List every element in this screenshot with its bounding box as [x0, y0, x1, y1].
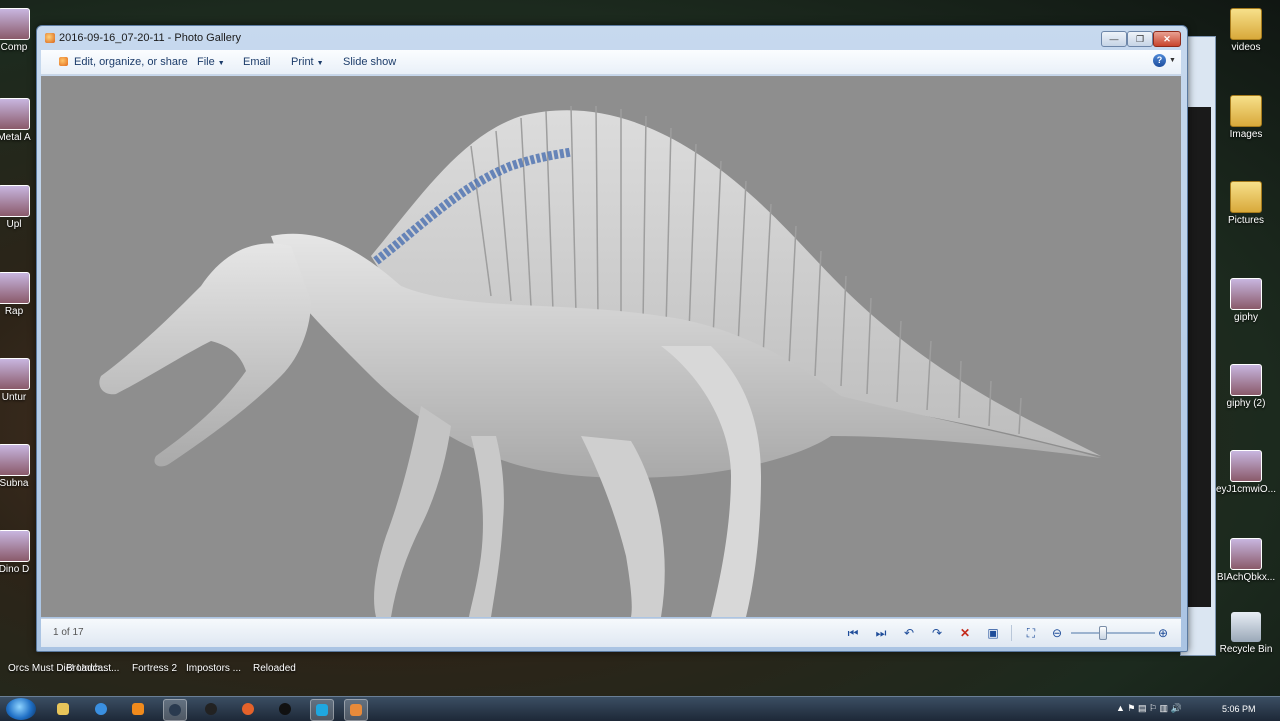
image-icon [1230, 538, 1262, 570]
desktop-icon-giphy-2[interactable]: giphy (2) [1216, 364, 1276, 409]
desktop-icon-upl[interactable]: Upl [0, 185, 38, 230]
desktop-icon-subna[interactable]: Subna [0, 444, 38, 489]
chevron-down-icon[interactable]: ▼ [1169, 57, 1176, 64]
desktop-icon-recycle-bin[interactable]: Recycle Bin [1216, 612, 1276, 655]
media-player-taskbar-icon[interactable] [127, 699, 149, 719]
window-title: 2016-09-16_07-20-11 - Photo Gallery [59, 32, 242, 44]
photo-viewer[interactable] [41, 76, 1181, 617]
desktop-icon-images[interactable]: Images [1216, 95, 1276, 140]
clock[interactable]: 5:06 PM [1222, 704, 1256, 714]
desktop-icon-dino[interactable]: Dino D [0, 530, 38, 575]
zoom-out-icon[interactable]: ⊖ [1049, 625, 1065, 641]
folder-icon [1230, 8, 1262, 40]
system-tray[interactable]: ▲ ⚑ ▤ ⚐ ▥ 🔊 [1116, 703, 1182, 714]
photo-gallery-taskbar-icon[interactable] [344, 699, 368, 721]
explorer-taskbar-icon[interactable] [52, 699, 74, 719]
edit-organize-share-button[interactable]: Edit, organize, or share [59, 56, 188, 68]
desktop-icon-broadcast[interactable]: Broadcast... [66, 663, 119, 674]
file-label: File [197, 56, 215, 68]
slide-show-button[interactable]: Slide show [343, 56, 396, 68]
previous-icon[interactable]: ⏮ [845, 625, 861, 641]
desktop-icon-metal[interactable]: Metal A [0, 98, 38, 143]
divider [1011, 625, 1012, 641]
desktop-icon-pictures[interactable]: Pictures [1216, 181, 1276, 226]
skype-taskbar-icon[interactable] [310, 699, 334, 721]
chevron-down-icon: ▼ [316, 60, 324, 67]
desktop-icon-rap[interactable]: Rap [0, 272, 38, 317]
desktop-icon-untur[interactable]: Untur [0, 358, 38, 403]
desktop-icon-reloaded[interactable]: Reloaded [253, 663, 296, 674]
desktop-icon-giphy[interactable]: giphy [1216, 278, 1276, 323]
folder-icon [1230, 181, 1262, 213]
taskbar: ▲ ⚑ ▤ ⚐ ▥ 🔊 5:06 PM [0, 696, 1280, 721]
steam-taskbar-icon[interactable] [163, 699, 187, 721]
desktop-icon-fortress[interactable]: Fortress 2 [132, 663, 177, 674]
actual-size-icon[interactable]: ⛶ [1023, 625, 1039, 641]
desktop-icon-biach[interactable]: BIAchQbkx... [1216, 538, 1276, 583]
minimize-button[interactable]: — [1101, 31, 1127, 47]
help-icon[interactable]: ? [1153, 54, 1166, 67]
ie-taskbar-icon[interactable] [90, 699, 112, 719]
title-bar[interactable]: 2016-09-16_07-20-11 - Photo Gallery — ❐ … [37, 26, 1187, 50]
delete-icon[interactable]: ✕ [957, 625, 973, 641]
desktop-icon-videos[interactable]: videos [1216, 8, 1276, 53]
firefox-taskbar-icon[interactable] [237, 699, 259, 719]
edit-label: Edit, organize, or share [74, 56, 188, 68]
image-icon [1230, 278, 1262, 310]
print-label: Print [291, 56, 314, 68]
photo-count: 1 of 17 [53, 627, 84, 638]
zoom-slider-track[interactable] [1071, 632, 1155, 634]
photo-gallery-icon [59, 57, 68, 66]
dinosaur-sculpt-image [99, 105, 1101, 617]
email-label: Email [243, 56, 271, 68]
desktop-icon-computer[interactable]: Comp [0, 8, 38, 53]
photo-gallery-window: 2016-09-16_07-20-11 - Photo Gallery — ❐ … [36, 25, 1188, 652]
command-bar: Edit, organize, or share File ▼ Email Pri… [41, 50, 1181, 75]
print-menu[interactable]: Print ▼ [291, 56, 324, 68]
zoom-slider-thumb[interactable] [1099, 626, 1107, 640]
image-icon [1230, 364, 1262, 396]
status-bar: 1 of 17 ⏮ ⏭ ↶ ↷ ✕ ▣ ⛶ ⊖ ⊕ [41, 618, 1181, 647]
maximize-button[interactable]: ❐ [1127, 31, 1153, 47]
desktop-icon-eyj[interactable]: eyJ1cmwiO... [1216, 450, 1276, 495]
close-button[interactable]: ✕ [1153, 31, 1181, 47]
recycle-bin-icon [1231, 612, 1261, 642]
rotate-right-icon[interactable]: ↷ [929, 625, 945, 641]
folder-icon [1230, 95, 1262, 127]
next-icon[interactable]: ⏭ [873, 625, 889, 641]
file-menu[interactable]: File ▼ [197, 56, 225, 68]
desktop-bottom-labels: Orcs Must Die! Unch... Broadcast... Fort… [0, 660, 1280, 678]
slideshow-label: Slide show [343, 56, 397, 68]
start-button[interactable] [6, 698, 36, 720]
obs-taskbar-icon[interactable] [274, 699, 296, 719]
email-button[interactable]: Email [243, 56, 271, 68]
image-icon [1230, 450, 1262, 482]
photo-gallery-icon [45, 33, 55, 43]
app-taskbar-icon[interactable] [200, 699, 222, 719]
slideshow-icon[interactable]: ▣ [985, 625, 1001, 641]
chevron-down-icon: ▼ [217, 60, 225, 67]
zoom-in-icon[interactable]: ⊕ [1155, 625, 1171, 641]
rotate-left-icon[interactable]: ↶ [901, 625, 917, 641]
desktop-icon-impostors[interactable]: Impostors ... [186, 663, 241, 674]
